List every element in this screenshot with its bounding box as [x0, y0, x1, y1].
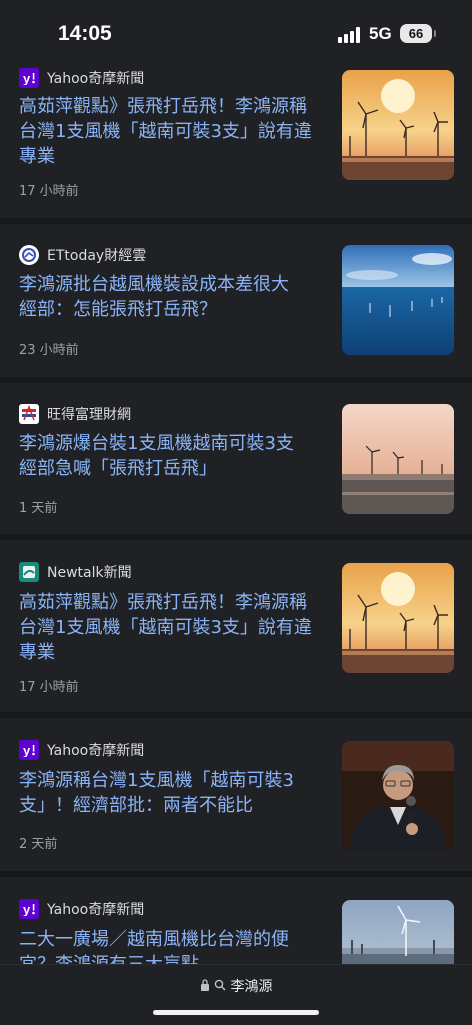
article-thumbnail[interactable]: [342, 245, 454, 355]
bottom-address-bar[interactable]: 李鴻源: [0, 964, 472, 1025]
headline-link[interactable]: 李鴻源批台越風機裝設成本差很大 經部：怎能張飛打岳飛？: [19, 272, 319, 322]
article-age: 23 小時前: [19, 343, 79, 358]
article-age: 17 小時前: [19, 184, 79, 199]
yahoo-logo-icon: y: [19, 740, 39, 760]
newtalk-logo-icon: [19, 562, 39, 582]
source-name: Yahoo奇摩新聞: [47, 71, 145, 87]
news-card[interactable]: ETtoday財經雲 李鴻源批台越風機裝設成本差很大 經部：怎能張飛打岳飛？ 2…: [0, 224, 472, 377]
news-card[interactable]: y Yahoo奇摩新聞 二大一廣場／越南風機比台灣的便宜？李鴻源有三大盲點: [0, 877, 472, 964]
news-card[interactable]: y Yahoo奇摩新聞 李鴻源稱台灣1支風機「越南可裝3支」！經濟部批：兩者不能…: [0, 718, 472, 871]
source-name: ETtoday財經雲: [47, 248, 147, 264]
svg-text:y: y: [23, 71, 31, 85]
article-age: 1 天前: [19, 501, 58, 516]
news-source: y Yahoo奇摩新聞: [19, 740, 144, 760]
yahoo-logo-icon: y: [19, 68, 39, 88]
cellular-signal-icon: [338, 27, 362, 43]
news-card[interactable]: Newtalk新聞 高茹萍觀點》張飛打岳飛！李鴻源稱台灣1支風機「越南可裝3支」…: [0, 540, 472, 712]
status-bar: 14:05 5G 66: [0, 0, 472, 62]
source-name: Yahoo奇摩新聞: [47, 743, 145, 759]
article-age: 17 小時前: [19, 680, 79, 695]
yahoo-logo-icon: y: [19, 899, 39, 919]
headline-link[interactable]: 二大一廣場／越南風機比台灣的便宜？李鴻源有三大盲點: [19, 927, 319, 964]
lock-icon: [200, 979, 210, 995]
news-source: ETtoday財經雲: [19, 245, 146, 265]
battery-icon: 66: [400, 24, 436, 43]
battery-level: 66: [408, 26, 424, 41]
ettoday-logo-icon: [19, 245, 39, 265]
headline-link[interactable]: 高茹萍觀點》張飛打岳飛！李鴻源稱台灣1支風機「越南可裝3支」說有違專業: [19, 590, 319, 665]
news-card[interactable]: 旺得富理財網 李鴻源爆台裝1支風機越南可裝3支 經部急喊「張飛打岳飛」 1 天前: [0, 383, 472, 534]
url-display[interactable]: 李鴻源: [0, 976, 472, 996]
clock: 14:05: [58, 22, 112, 45]
article-thumbnail[interactable]: [342, 404, 454, 514]
news-card[interactable]: y Yahoo奇摩新聞 高茹萍觀點》張飛打岳飛！李鴻源稱台灣1支風機「越南可裝3…: [0, 46, 472, 218]
network-type: 5G: [369, 24, 392, 43]
news-source: y Yahoo奇摩新聞: [19, 899, 144, 919]
article-thumbnail[interactable]: [342, 900, 454, 964]
article-thumbnail[interactable]: [342, 741, 454, 851]
url-text: 李鴻源: [230, 979, 273, 995]
home-indicator[interactable]: [153, 1010, 319, 1015]
news-source: 旺得富理財網: [19, 404, 131, 424]
news-source: y Yahoo奇摩新聞: [19, 68, 144, 88]
source-name: 旺得富理財網: [47, 407, 131, 423]
source-name: Yahoo奇摩新聞: [47, 902, 145, 918]
article-thumbnail[interactable]: [342, 70, 454, 180]
source-name: Newtalk新聞: [47, 565, 132, 581]
svg-text:y: y: [23, 902, 31, 916]
headline-link[interactable]: 李鴻源爆台裝1支風機越南可裝3支 經部急喊「張飛打岳飛」: [19, 431, 319, 481]
headline-link[interactable]: 高茹萍觀點》張飛打岳飛！李鴻源稱台灣1支風機「越南可裝3支」說有違專業: [19, 94, 319, 169]
news-feed: y Yahoo奇摩新聞 高茹萍觀點》張飛打岳飛！李鴻源稱台灣1支風機「越南可裝3…: [0, 0, 472, 964]
article-age: 2 天前: [19, 837, 58, 852]
headline-link[interactable]: 李鴻源稱台灣1支風機「越南可裝3支」！經濟部批：兩者不能比: [19, 768, 319, 818]
search-icon: [214, 979, 226, 995]
article-thumbnail[interactable]: [342, 563, 454, 673]
wantrich-logo-icon: [19, 404, 39, 424]
svg-text:y: y: [23, 743, 31, 757]
news-source: Newtalk新聞: [19, 562, 132, 582]
